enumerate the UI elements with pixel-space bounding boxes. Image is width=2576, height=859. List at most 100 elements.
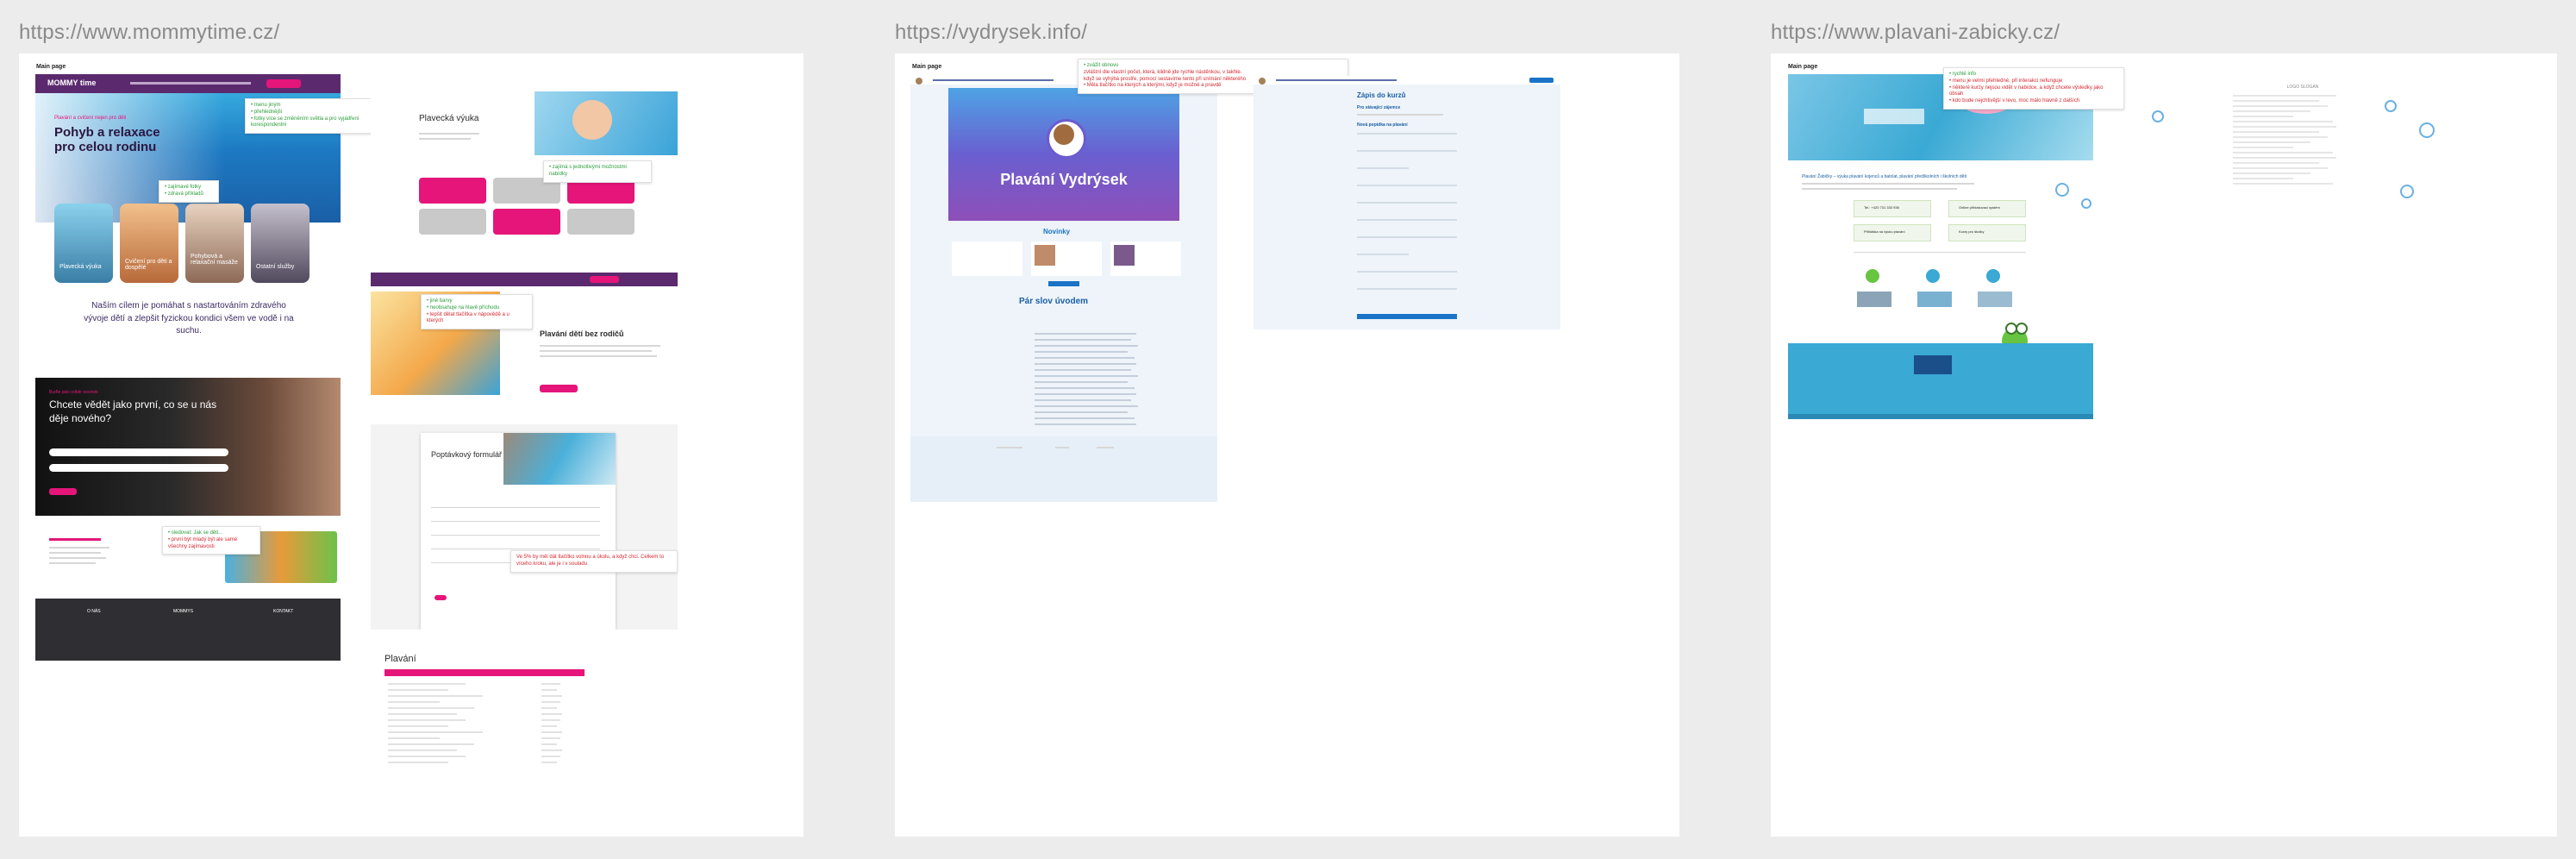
signup-nav-button[interactable]: [1529, 78, 1554, 83]
service-card[interactable]: Ostatní služby: [251, 204, 309, 283]
placeholder-text-line: [1035, 387, 1135, 389]
service-card[interactable]: Cvičení pro děti a dospělé: [120, 204, 178, 283]
placeholder-text-line: [1357, 150, 1457, 152]
placeholder-text-line: [541, 707, 557, 709]
placeholder-text-line: [1035, 339, 1131, 341]
placeholder-text-line: [1035, 363, 1136, 365]
vydrysek-home-page: Plavání Vydrýsek Novinky Pár slov úvodem: [910, 76, 1217, 502]
placeholder-text-line: [2233, 126, 2336, 128]
placeholder-text-line: [2233, 105, 2328, 107]
placeholder-text-line: [388, 695, 483, 697]
course-tile[interactable]: [419, 209, 486, 235]
newsletter-kicker: Buďte jako odběr novinek: [49, 390, 98, 395]
plavani-bez-title: Plavání dětí bez rodičů: [540, 329, 624, 338]
placeholder-text-line: [388, 743, 474, 745]
placeholder-text-line: [388, 737, 440, 739]
mommytime-footer: [35, 599, 341, 661]
placeholder-text-line: [2233, 152, 2333, 154]
placeholder-text-line: [541, 713, 562, 715]
board-vydrysek[interactable]: Main page Plavání Vydrýsek Novinky Pár s…: [895, 53, 1679, 837]
mommytime-main-page: MOMMY time Plavání a cvičení nejen pro d…: [35, 74, 341, 661]
placeholder-text-line: [1035, 423, 1136, 425]
form-submit[interactable]: [435, 595, 447, 600]
placeholder-text-line: [541, 701, 560, 703]
placeholder-text-line: [1035, 417, 1135, 419]
board-mommytime[interactable]: Main page MOMMY time Plavání a cvičení n…: [19, 53, 803, 837]
main-page-label: Main page: [36, 64, 66, 70]
form-field[interactable]: [431, 521, 600, 522]
placeholder-text-line: [388, 762, 448, 763]
placeholder-text-line: [541, 749, 562, 751]
feature-circle-icon: [1986, 269, 2000, 283]
news-item[interactable]: [952, 241, 1022, 276]
placeholder-text-line: [2233, 131, 2319, 133]
plavecka-title: Plavecká výuka: [419, 114, 479, 123]
placeholder-text-line: [2233, 178, 2293, 179]
placeholder-text-line: [388, 756, 466, 757]
mommytime-cta-button[interactable]: [266, 79, 301, 88]
placeholder-text-line: [388, 701, 440, 703]
placeholder-text-line: [388, 719, 466, 721]
pricelist-header: [385, 669, 585, 676]
mission-text: Naším cílem je pomáhat s nastartováním z…: [84, 301, 294, 335]
review-note: Ve 5% by měl dát tlačítko volnou a úkolu…: [510, 550, 678, 573]
feature-circle-icon: [1866, 269, 1879, 283]
placeholder-text-line: [541, 743, 557, 745]
service-card[interactable]: Plavecká výuka: [54, 204, 113, 283]
placeholder-text-line: [388, 713, 457, 715]
placeholder-text-line: [1357, 219, 1457, 221]
placeholder-text-line: [1035, 393, 1136, 395]
poptavka-title: Poptávkový formulář: [431, 450, 503, 459]
course-tile[interactable]: [567, 209, 635, 235]
placeholder-text-line: [1357, 167, 1409, 169]
placeholder-text-line: [541, 719, 560, 721]
placeholder-text-line: [1357, 185, 1457, 186]
service-card[interactable]: Pohybová a relaxační masáže: [185, 204, 244, 283]
placeholder-text-line: [541, 762, 557, 763]
placeholder-text-line: [388, 689, 448, 691]
vydrysek-signup-page: Zápis do kurzů Pro stávající zájemce Nov…: [1254, 76, 1560, 329]
placeholder-text-line: [2233, 121, 2333, 122]
placeholder-text-line: [2233, 95, 2336, 97]
vydrysek-hero-title: Plavání Vydrýsek: [1000, 171, 1128, 188]
newsletter-name-input[interactable]: [49, 448, 228, 456]
placeholder-text-line: [1035, 411, 1128, 413]
review-note: • zajímá s jednotlivými možnostmi nabídk…: [543, 160, 652, 183]
placeholder-text-line: [1035, 399, 1131, 401]
placeholder-text-line: [2233, 100, 2319, 102]
signup-submit-button[interactable]: [1357, 314, 1457, 319]
placeholder-text-line: [2233, 172, 2310, 174]
form-field[interactable]: [431, 507, 600, 508]
placeholder-text-line: [1357, 288, 1457, 290]
placeholder-text-line: [541, 725, 557, 727]
placeholder-text-line: [1035, 381, 1128, 383]
signup-title: Zápis do kurzů: [1357, 91, 1406, 99]
placeholder-text-line: [2233, 157, 2336, 159]
review-note: • rychlé info • menu je velmi přehledné,…: [1943, 67, 2124, 110]
placeholder-text-line: [1035, 369, 1131, 371]
placeholder-text-line: [2233, 167, 2328, 169]
board-url-vydrysek: https://vydrysek.info/: [895, 21, 1088, 44]
zabicky-home-page: Plavání Žabičky – výuka plavání kojenců …: [1788, 74, 2093, 445]
placeholder-text-line: [2233, 136, 2328, 138]
course-tile[interactable]: [493, 209, 560, 235]
placeholder-text-line: [1357, 254, 1409, 255]
board-zabicky[interactable]: Main page Plavání Žabičky – výuka plaván…: [1771, 53, 2557, 837]
placeholder-text-line: [1035, 351, 1128, 353]
mommytime-menu-items[interactable]: [130, 82, 251, 85]
news-all-button[interactable]: [1048, 281, 1079, 286]
review-note: • menu jiným • přehlednější • fotky více…: [245, 98, 386, 135]
hero-title: Pohyb a relaxace pro celou rodinu: [54, 125, 160, 154]
course-tile[interactable]: [419, 178, 486, 204]
board-url-mommytime: https://www.mommytime.cz/: [19, 21, 280, 44]
placeholder-text-line: [541, 689, 557, 691]
form-field[interactable]: [431, 535, 600, 536]
placeholder-text-line: [2233, 147, 2293, 148]
mommytime-logo[interactable]: MOMMY time: [47, 78, 96, 87]
newsletter-email-input[interactable]: [49, 464, 228, 472]
review-note: • sledovat: Jak se děti... • první být m…: [162, 526, 260, 555]
newsletter-submit-button[interactable]: [49, 488, 77, 495]
placeholder-text-line: [541, 683, 560, 685]
placeholder-text-line: [541, 756, 560, 757]
vydrysek-menu[interactable]: [933, 79, 1054, 81]
